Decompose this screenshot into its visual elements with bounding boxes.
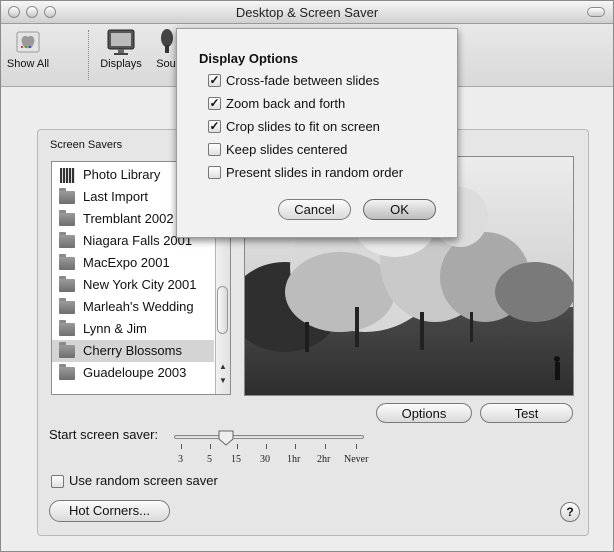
folder-icon [59, 298, 75, 314]
folder-icon [59, 188, 75, 204]
toolbar-label-displays: Displays [100, 58, 142, 70]
list-item-selected[interactable]: Cherry Blossoms [52, 340, 214, 362]
cancel-button[interactable]: Cancel [278, 199, 351, 220]
keep-centered-label: Keep slides centered [226, 142, 348, 157]
start-screen-saver-slider[interactable] [174, 435, 364, 439]
tick-label: 2hr [317, 454, 331, 465]
slider-knob-icon[interactable] [217, 429, 235, 447]
tick-label: 3 [178, 454, 183, 465]
scrollbar-thumb[interactable] [217, 286, 228, 334]
crop-label: Crop slides to fit on screen [226, 119, 380, 134]
cross-fade-checkbox[interactable]: ✓ [208, 74, 221, 87]
folder-icon [59, 342, 75, 358]
list-item-label: Marleah's Wedding [83, 299, 194, 314]
list-item[interactable]: MacExpo 2001 [52, 252, 214, 274]
random-screen-saver-label: Use random screen saver [69, 473, 218, 488]
display-options-title: Display Options [199, 51, 298, 66]
preferences-window: Desktop & Screen Saver Show All Displays… [0, 0, 614, 552]
folder-icon [59, 210, 75, 226]
list-item[interactable]: Guadeloupe 2003 [52, 362, 214, 384]
toolbar-toggle-button[interactable] [587, 7, 605, 17]
folder-icon [59, 254, 75, 270]
window-title: Desktop & Screen Saver [235, 5, 379, 20]
tick-label: 1hr [287, 454, 301, 465]
options-button[interactable]: Options [376, 403, 472, 423]
displays-icon [105, 26, 137, 58]
slider-tick [325, 444, 326, 449]
list-item-label: New York City 2001 [83, 277, 197, 292]
tick-label: 15 [231, 454, 241, 465]
list-item-label: Guadeloupe 2003 [83, 365, 187, 380]
slider-tick [266, 444, 267, 449]
list-item[interactable]: New York City 2001 [52, 274, 214, 296]
scroll-up-arrow-icon[interactable]: ▲ [219, 362, 227, 371]
help-button[interactable]: ? [560, 502, 580, 522]
zoom-checkbox[interactable]: ✓ [208, 97, 221, 110]
keep-centered-checkbox[interactable] [208, 143, 221, 156]
slider-tick [295, 444, 296, 449]
show-all-icon [12, 26, 44, 58]
folder-icon [59, 320, 75, 336]
slider-tick [356, 444, 357, 449]
folder-icon [59, 232, 75, 248]
slider-tick [181, 444, 182, 449]
hot-corners-button[interactable]: Hot Corners... [49, 500, 170, 522]
random-order-label: Present slides in random order [226, 165, 404, 180]
show-all-button[interactable]: Show All [5, 26, 51, 70]
tick-label: 5 [207, 454, 212, 465]
list-item-label: Photo Library [83, 167, 161, 182]
display-options-sheet: Display Options ✓ Cross-fade between sli… [176, 28, 458, 238]
slider-tick [210, 444, 211, 449]
ok-button[interactable]: OK [363, 199, 436, 220]
tick-label: 30 [260, 454, 270, 465]
list-item-label: Last Import [83, 189, 149, 204]
list-item[interactable]: Marleah's Wedding [52, 296, 214, 318]
start-screen-saver-label: Start screen saver: [49, 427, 159, 442]
tick-label: Never [344, 454, 369, 465]
scroll-down-arrow-icon[interactable]: ▼ [219, 376, 227, 385]
toolbar-separator [88, 30, 89, 80]
cross-fade-label: Cross-fade between slides [226, 73, 380, 88]
list-item-label: Cherry Blossoms [83, 343, 182, 358]
screen-savers-label: Screen Savers [50, 139, 123, 151]
list-item-label: Lynn & Jim [83, 321, 147, 336]
list-item[interactable]: Lynn & Jim [52, 318, 214, 340]
crop-checkbox[interactable]: ✓ [208, 120, 221, 133]
random-screen-saver-checkbox[interactable] [51, 475, 64, 488]
slider-tick [237, 444, 238, 449]
toolbar-label-show-all: Show All [6, 58, 50, 70]
title-bar[interactable]: Desktop & Screen Saver [1, 1, 613, 24]
photo-library-icon [60, 168, 75, 183]
folder-icon [59, 276, 75, 292]
folder-icon [59, 364, 75, 380]
random-order-checkbox[interactable] [208, 166, 221, 179]
list-item-label: Tremblant 2002 [83, 211, 174, 226]
list-item-label: MacExpo 2001 [83, 255, 170, 270]
test-button[interactable]: Test [480, 403, 573, 423]
zoom-label: Zoom back and forth [226, 96, 346, 111]
displays-button[interactable]: Displays [96, 26, 146, 70]
